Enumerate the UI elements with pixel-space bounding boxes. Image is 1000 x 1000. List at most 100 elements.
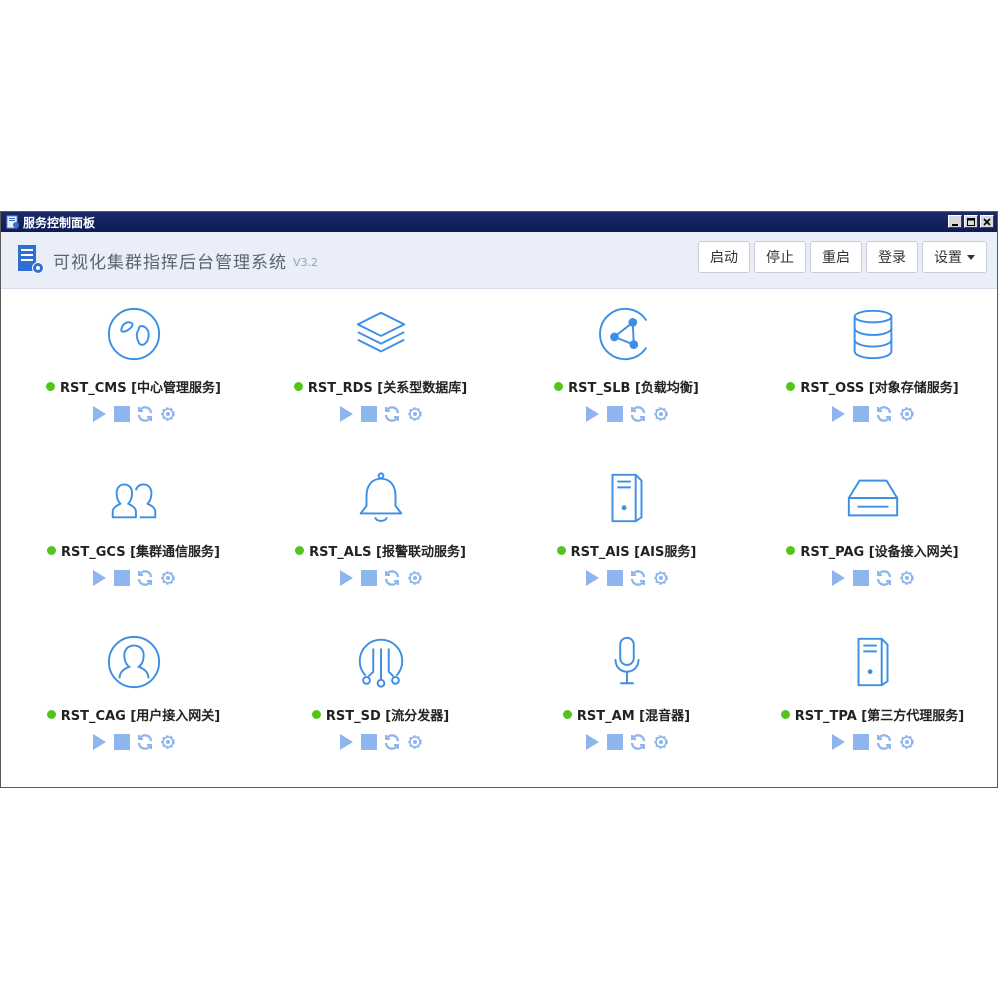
- service-card-tpa: RST_TPA [第三方代理服务]: [749, 633, 996, 751]
- system-title: 可视化集群指挥后台管理系统: [53, 252, 287, 273]
- gear-icon[interactable]: [652, 733, 670, 751]
- gear-icon[interactable]: [652, 405, 670, 423]
- status-running-dot: [295, 546, 305, 555]
- service-name: RST_GCS [集群通信服务]: [61, 545, 220, 560]
- refresh-icon[interactable]: [875, 405, 893, 423]
- status-running-dot: [311, 710, 321, 719]
- settings-dropdown-button[interactable]: 设置: [922, 241, 987, 273]
- refresh-icon[interactable]: [136, 733, 154, 751]
- refresh-icon[interactable]: [136, 405, 154, 423]
- network-triangle-icon: [598, 307, 647, 361]
- play-icon[interactable]: [583, 733, 601, 751]
- service-card-rds: RST_RDS [关系型数据库]: [257, 305, 504, 423]
- stop-icon[interactable]: [113, 405, 131, 423]
- status-running-dot: [556, 546, 566, 555]
- gear-icon[interactable]: [406, 569, 424, 587]
- service-name: RST_CMS [中心管理服务]: [60, 381, 221, 396]
- status-running-dot: [780, 710, 790, 719]
- login-button[interactable]: 登录: [866, 241, 918, 273]
- service-card-slb: RST_SLB [负载均衡]: [503, 305, 750, 423]
- start-button[interactable]: 启动: [698, 241, 750, 273]
- close-icon: [983, 217, 991, 226]
- service-control-window: 服务控制面板 可视化集群指挥后台管理系统 V3.2 启动 停止 重启 登录 设置…: [0, 211, 998, 788]
- stop-icon[interactable]: [360, 569, 378, 587]
- service-card-oss: RST_OSS [对象存储服务]: [749, 305, 996, 423]
- minimize-button[interactable]: [948, 215, 962, 228]
- service-card-sd: RST_SD [流分发器]: [257, 633, 504, 751]
- stop-icon[interactable]: [852, 733, 870, 751]
- refresh-icon[interactable]: [629, 405, 647, 423]
- stream-distributor-icon: [358, 638, 403, 688]
- refresh-icon[interactable]: [383, 733, 401, 751]
- stop-icon[interactable]: [113, 569, 131, 587]
- stop-button[interactable]: 停止: [754, 241, 806, 273]
- restart-button[interactable]: 重启: [810, 241, 862, 273]
- gear-icon[interactable]: [159, 405, 177, 423]
- status-running-dot: [554, 382, 564, 391]
- service-card-als: RST_ALS [报警联动服务]: [257, 469, 504, 587]
- gear-icon[interactable]: [159, 569, 177, 587]
- service-name: RST_SD [流分发器]: [325, 709, 450, 724]
- globe-icon: [107, 307, 160, 361]
- storage-tray-icon: [847, 479, 898, 517]
- stop-icon[interactable]: [852, 405, 870, 423]
- play-icon[interactable]: [337, 405, 355, 423]
- gear-icon[interactable]: [652, 569, 670, 587]
- status-running-dot: [786, 382, 796, 391]
- maximize-icon: [967, 217, 975, 226]
- service-name: RST_CAG [用户接入网关]: [60, 709, 221, 724]
- gear-icon[interactable]: [898, 405, 916, 423]
- refresh-icon[interactable]: [629, 569, 647, 587]
- play-icon[interactable]: [90, 569, 108, 587]
- play-icon[interactable]: [90, 405, 108, 423]
- server-tower-icon: [857, 637, 888, 687]
- gear-icon[interactable]: [159, 733, 177, 751]
- maximize-button[interactable]: [964, 215, 978, 228]
- database-icon: [853, 309, 892, 360]
- refresh-icon[interactable]: [136, 569, 154, 587]
- service-name: RST_AIS [AIS服务]: [570, 545, 697, 560]
- server-tower-icon: [611, 473, 642, 523]
- service-name: RST_AM [混音器]: [576, 709, 691, 724]
- gear-icon[interactable]: [406, 733, 424, 751]
- minimize-icon: [952, 223, 958, 226]
- stop-icon[interactable]: [606, 569, 624, 587]
- refresh-icon[interactable]: [629, 733, 647, 751]
- play-icon[interactable]: [829, 569, 847, 587]
- service-card-cms: RST_CMS [中心管理服务]: [10, 305, 257, 423]
- toolbar: 启动 停止 重启 登录 设置: [698, 241, 987, 273]
- gear-icon[interactable]: [898, 569, 916, 587]
- microphone-icon: [613, 636, 640, 685]
- service-name: RST_TPA [第三方代理服务]: [794, 709, 965, 724]
- close-button[interactable]: [980, 215, 994, 228]
- play-icon[interactable]: [583, 569, 601, 587]
- play-icon[interactable]: [90, 733, 108, 751]
- play-icon[interactable]: [337, 569, 355, 587]
- status-running-dot: [46, 710, 56, 719]
- gear-icon[interactable]: [406, 405, 424, 423]
- refresh-icon[interactable]: [383, 569, 401, 587]
- stop-icon[interactable]: [360, 405, 378, 423]
- gear-icon[interactable]: [898, 733, 916, 751]
- service-name: RST_ALS [报警联动服务]: [309, 545, 466, 560]
- stop-icon[interactable]: [852, 569, 870, 587]
- status-running-dot: [786, 546, 796, 555]
- service-card-pag: RST_PAG [设备接入网关]: [749, 469, 996, 587]
- user-circle-icon: [107, 635, 160, 689]
- status-running-dot: [46, 382, 55, 391]
- play-icon[interactable]: [829, 733, 847, 751]
- service-card-gcs: RST_GCS [集群通信服务]: [10, 469, 257, 587]
- play-icon[interactable]: [583, 405, 601, 423]
- stop-icon[interactable]: [360, 733, 378, 751]
- refresh-icon[interactable]: [383, 405, 401, 423]
- stop-icon[interactable]: [606, 405, 624, 423]
- stop-icon[interactable]: [113, 733, 131, 751]
- stop-icon[interactable]: [606, 733, 624, 751]
- title-bar[interactable]: 服务控制面板: [1, 212, 997, 232]
- play-icon[interactable]: [337, 733, 355, 751]
- service-name: RST_PAG [设备接入网关]: [800, 545, 959, 560]
- refresh-icon[interactable]: [875, 733, 893, 751]
- refresh-icon[interactable]: [875, 569, 893, 587]
- play-icon[interactable]: [829, 405, 847, 423]
- service-card-ais: RST_AIS [AIS服务]: [503, 469, 750, 587]
